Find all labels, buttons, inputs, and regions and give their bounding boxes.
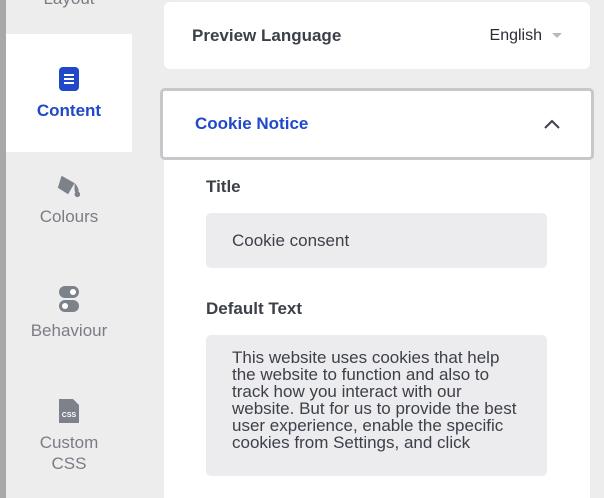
sidebar: Layout Content Colours <box>6 0 132 498</box>
svg-text:CSS: CSS <box>62 412 77 419</box>
default-text-label: Default Text <box>206 299 303 318</box>
sidebar-item-colours[interactable]: Colours <box>6 172 132 252</box>
chevron-up-icon[interactable] <box>543 115 561 133</box>
document-icon <box>56 66 82 92</box>
sidebar-item-label: Behaviour <box>30 321 108 340</box>
sidebar-item-content[interactable]: Content <box>6 34 132 152</box>
preview-language-label: Preview Language <box>192 25 342 45</box>
sidebar-item-behaviour[interactable]: Behaviour <box>6 286 132 366</box>
main-panel: Preview Language English Cookie Notice T… <box>132 0 604 498</box>
css-file-icon: CSS <box>56 398 82 424</box>
cookie-notice-body: Title Cookie consent Default Text This w… <box>164 160 590 498</box>
section-title: Cookie Notice <box>195 114 309 133</box>
default-text-value: This website uses cookies that help the … <box>232 348 517 452</box>
sidebar-item-label: Content <box>36 100 102 120</box>
sidebar-item-label: Layout <box>43 0 94 9</box>
sidebar-item-layout[interactable]: Layout <box>6 0 132 32</box>
preview-language-row: Preview Language English <box>164 2 590 69</box>
cookie-notice-header[interactable]: Cookie Notice <box>160 88 594 160</box>
language-select[interactable]: English <box>490 27 562 45</box>
title-field-label: Title <box>206 177 241 196</box>
sidebar-item-label: Colours <box>39 207 99 226</box>
sidebar-item-label: Custom CSS <box>39 433 99 473</box>
language-select-value: English <box>489 26 542 44</box>
default-text-textarea[interactable]: This website uses cookies that help the … <box>206 335 547 476</box>
caret-down-icon <box>552 33 562 38</box>
paint-bucket-icon <box>56 172 82 198</box>
title-input-value: Cookie consent <box>232 230 350 250</box>
toggles-icon <box>56 286 82 312</box>
title-input[interactable]: Cookie consent <box>206 213 547 268</box>
sidebar-item-custom-css[interactable]: CSS Custom CSS <box>6 398 132 498</box>
